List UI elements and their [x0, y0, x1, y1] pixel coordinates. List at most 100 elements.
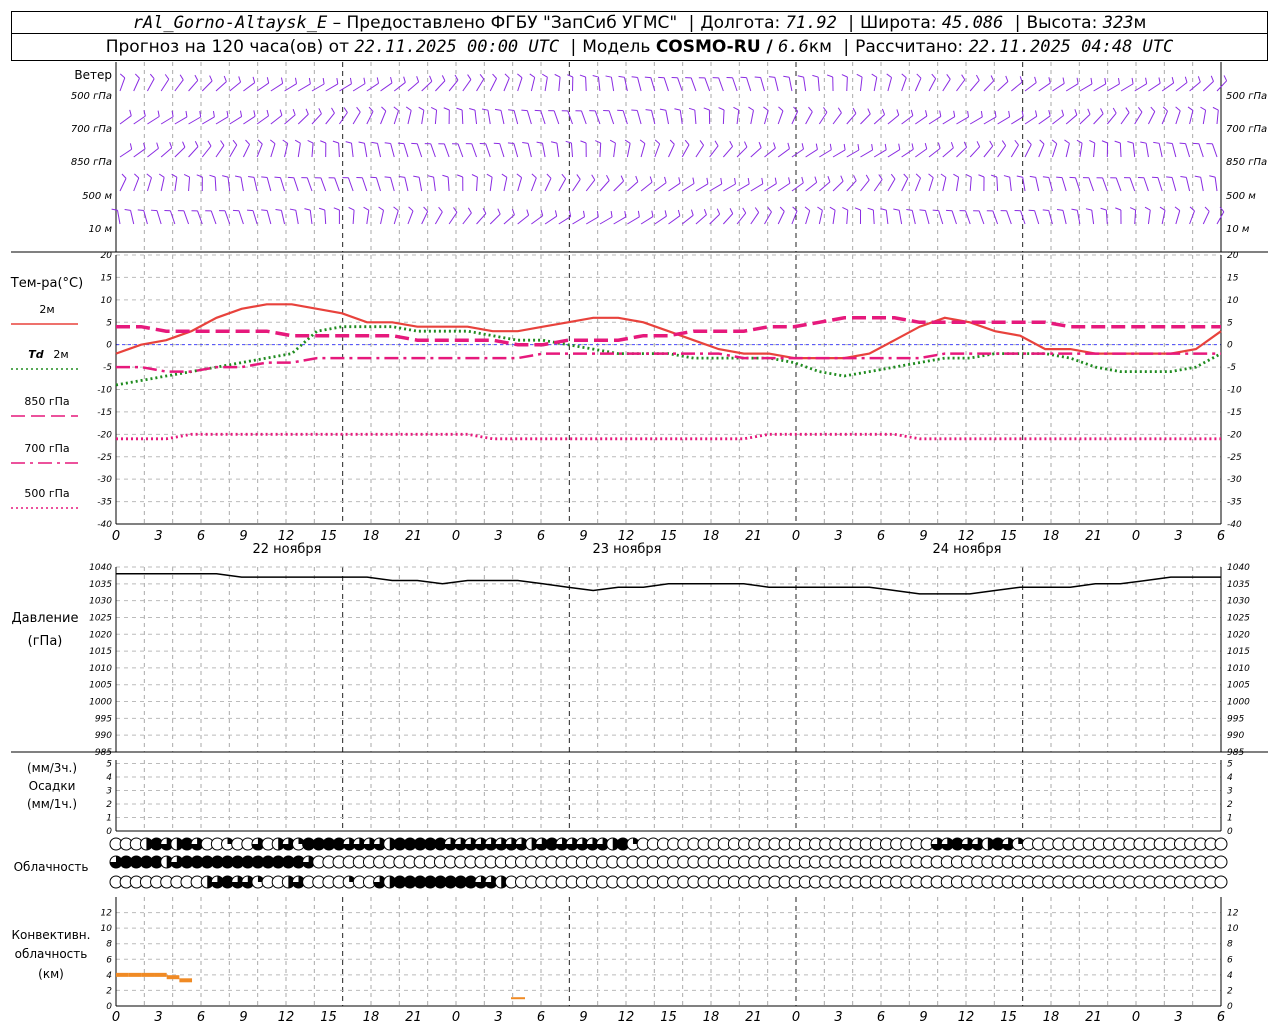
wind-barb [517, 214, 529, 225]
wind-barb [1211, 143, 1218, 158]
wind-barb-flag [226, 110, 229, 117]
wind-barb-flag [158, 173, 165, 178]
wind-barb [306, 177, 313, 192]
wind-barb [1091, 210, 1095, 225]
prec-ytick-right: 0 [1227, 827, 1233, 837]
temp-ytick-right: -35 [1227, 498, 1242, 508]
wind-barb [489, 177, 493, 192]
wind-barb [956, 146, 967, 158]
wind-barb [1120, 112, 1130, 125]
wind-barb-flag [554, 73, 561, 78]
wind-barb [1175, 210, 1181, 225]
wind-barb [544, 215, 557, 225]
wind-barb-flag [837, 107, 842, 114]
wind-barb-flag [280, 77, 284, 84]
wind-barb-flag [1071, 208, 1078, 211]
wind-barb [914, 77, 922, 92]
wind-barb-flag [238, 76, 242, 83]
conv-xtick: 18 [1043, 1010, 1060, 1024]
wind-barb-flag [289, 208, 296, 211]
wind-barb-flag [854, 207, 861, 211]
wind-barb [677, 77, 683, 92]
wind-barb [517, 177, 523, 192]
wind-barb-flag [840, 175, 844, 182]
wind-barb-flag [1171, 77, 1175, 84]
wind-barb [832, 180, 844, 192]
wind-barb [503, 177, 508, 192]
wind-barb [1216, 211, 1225, 225]
temp-xtick: 9 [579, 529, 587, 544]
wind-barb-flag [931, 73, 937, 79]
wind-barb-flag [332, 140, 339, 144]
wind-barb [859, 77, 863, 92]
wind-barb-flag [1087, 108, 1091, 115]
wind-barb [1010, 81, 1023, 92]
wind-barb [1158, 143, 1163, 158]
wind-barb [572, 179, 581, 192]
pres-ytick-right: 1005 [1227, 681, 1250, 691]
conv-ytick-right: 2 [1227, 986, 1233, 996]
wind-barb [901, 115, 914, 125]
wind-barb [421, 211, 429, 225]
wind-barb-flag [651, 210, 654, 217]
wind-barb [722, 213, 734, 225]
wind-barb-flag [842, 207, 849, 211]
wind-barb [978, 210, 985, 225]
conv-xtick: 9 [579, 1010, 587, 1024]
wind-barb-flag [976, 141, 981, 147]
cloud-cell [1214, 875, 1228, 889]
wind-barb-flag [783, 75, 790, 78]
day-label: 24 ноября [932, 542, 1001, 557]
wind-barb-flag [318, 207, 325, 211]
prec-ytick-right: 3 [1227, 787, 1233, 797]
wind-barb [1105, 210, 1108, 225]
wind-barb [956, 79, 966, 92]
pres-ytick-left: 1030 [89, 597, 112, 607]
wind-barb [846, 210, 849, 225]
wind-barb-flag [940, 173, 947, 178]
wind-barb-flag [504, 73, 510, 79]
wind-barb-flag [403, 76, 406, 83]
temp-ytick-left: -10 [97, 386, 112, 396]
wind-barb-flag [961, 74, 966, 81]
wind-barb-flag [1034, 76, 1037, 83]
pres-ytick-left: 1005 [89, 681, 112, 691]
wind-barb [147, 116, 160, 125]
wind-barb [613, 143, 616, 158]
wind-barb-flag [363, 77, 366, 84]
wind-barb [293, 177, 299, 192]
wind-barb [938, 210, 944, 225]
wind-level-label-left: 500 м [82, 191, 112, 202]
wind-barb [339, 83, 352, 92]
wind-barb [503, 77, 510, 92]
wind-barb [640, 216, 654, 225]
pres-ytick-left: 995 [95, 714, 112, 724]
wind-barb [433, 177, 436, 192]
wind-barb [723, 183, 736, 192]
wind-barb [188, 146, 199, 158]
wind-barb-flag [1145, 77, 1148, 84]
wind-barb [750, 212, 760, 225]
wind-barb [805, 111, 813, 125]
wind-barb-flag [1180, 176, 1187, 178]
wind-barb [777, 148, 790, 158]
wind-barb [1009, 177, 1012, 192]
wind-barb [791, 182, 804, 192]
wind-barb-flag [631, 109, 638, 112]
wind-barb [133, 115, 146, 125]
conv-ytick-right: 0 [1227, 1002, 1233, 1012]
conv-bar [154, 972, 167, 977]
wind-barb-flag [471, 174, 478, 178]
wind-barb [746, 77, 752, 92]
wind-barb [215, 116, 229, 125]
wind-barb [1147, 111, 1156, 125]
wind-barb-flag [185, 110, 188, 118]
wind-barb [130, 210, 135, 225]
temp-ytick-right: 5 [1227, 318, 1233, 328]
temp-ytick-right: -5 [1227, 363, 1236, 373]
wind-barb-flag [937, 142, 941, 149]
wind-barb [174, 146, 186, 158]
wind-barb-flag [441, 75, 446, 81]
conv-bar [141, 972, 155, 977]
wind-barb-flag [149, 73, 155, 80]
